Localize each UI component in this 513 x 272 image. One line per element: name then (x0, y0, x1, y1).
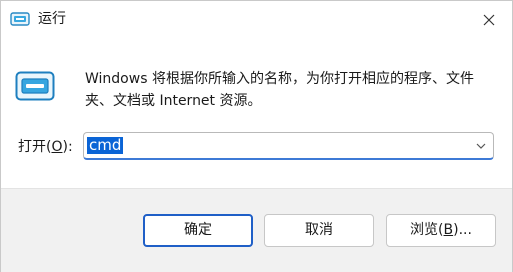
browse-button[interactable]: 浏览(B)... (386, 214, 496, 247)
open-combobox[interactable]: cmd (83, 132, 494, 160)
ok-button[interactable]: 确定 (143, 214, 253, 247)
close-button[interactable] (466, 1, 512, 39)
open-label-suffix: ): (62, 139, 73, 155)
run-dialog-icon (10, 12, 30, 26)
browse-label-accelerator: B (443, 222, 454, 238)
browse-label-prefix: 浏览( (410, 222, 444, 238)
close-icon (483, 14, 495, 26)
button-bar: 确定 取消 浏览(B)... (1, 188, 512, 272)
run-dialog-large-icon (15, 71, 55, 101)
open-label-prefix: 打开( (18, 139, 52, 155)
chevron-down-icon[interactable] (476, 141, 486, 151)
run-dialog: 运行 Windows 将根据你所输入的名称，为你打开相应的程序、文件夹、文档或 … (0, 0, 513, 272)
browse-label-suffix: )... (453, 222, 472, 238)
open-label: 打开(O): (18, 138, 73, 156)
cancel-button[interactable]: 取消 (264, 214, 374, 247)
open-input-value[interactable]: cmd (87, 137, 124, 154)
title-bar[interactable]: 运行 (1, 1, 512, 39)
description-text: Windows 将根据你所输入的名称，为你打开相应的程序、文件夹、文档或 Int… (85, 71, 474, 109)
open-label-accelerator: O (51, 139, 63, 155)
window-title: 运行 (38, 11, 66, 27)
